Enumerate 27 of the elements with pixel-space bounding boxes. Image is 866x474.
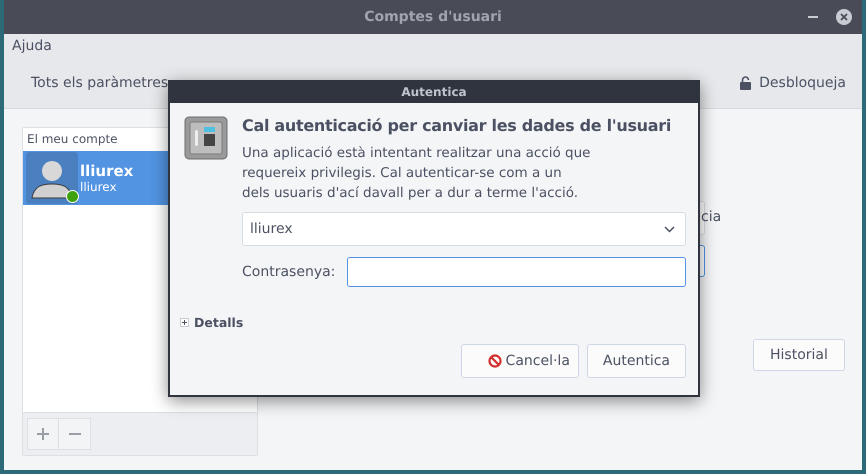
remove-button[interactable]	[59, 418, 91, 450]
cancel-button[interactable]: Cancel·la	[460, 344, 579, 378]
chevron-down-icon	[664, 226, 675, 232]
lock-icon	[740, 76, 752, 90]
unlock-label[interactable]: Desbloqueja	[759, 75, 846, 91]
window-title: Comptes d'usuari	[364, 9, 502, 25]
user-name: lliurex	[80, 162, 134, 180]
dialog-title: Autentica	[170, 80, 698, 103]
history-button[interactable]: Historial	[753, 339, 845, 371]
details-expander[interactable]: Detalls	[180, 315, 698, 330]
safe-icon	[184, 116, 228, 160]
minimize-icon[interactable]	[808, 16, 818, 18]
dialog-heading: Cal autenticació per canviar les dades de l'usuari	[242, 116, 672, 135]
breadcrumb-link[interactable]: Tots els paràmetres	[31, 75, 168, 91]
authenticate-button[interactable]: Autentica	[586, 344, 686, 378]
field-label: cia	[701, 209, 722, 225]
password-field[interactable]	[347, 257, 686, 287]
close-icon[interactable]	[836, 9, 852, 25]
menu-item[interactable]: Ajuda	[12, 38, 52, 54]
user-login: lliurex	[80, 180, 118, 194]
password-label: Contrasenya:	[242, 264, 336, 280]
plus-icon	[37, 428, 49, 440]
avatar-icon	[26, 152, 78, 204]
add-button[interactable]	[27, 418, 59, 450]
user-dropdown[interactable]: lliurex	[242, 212, 686, 246]
stop-icon	[488, 354, 502, 368]
list-heading: El meu compte	[27, 132, 118, 146]
